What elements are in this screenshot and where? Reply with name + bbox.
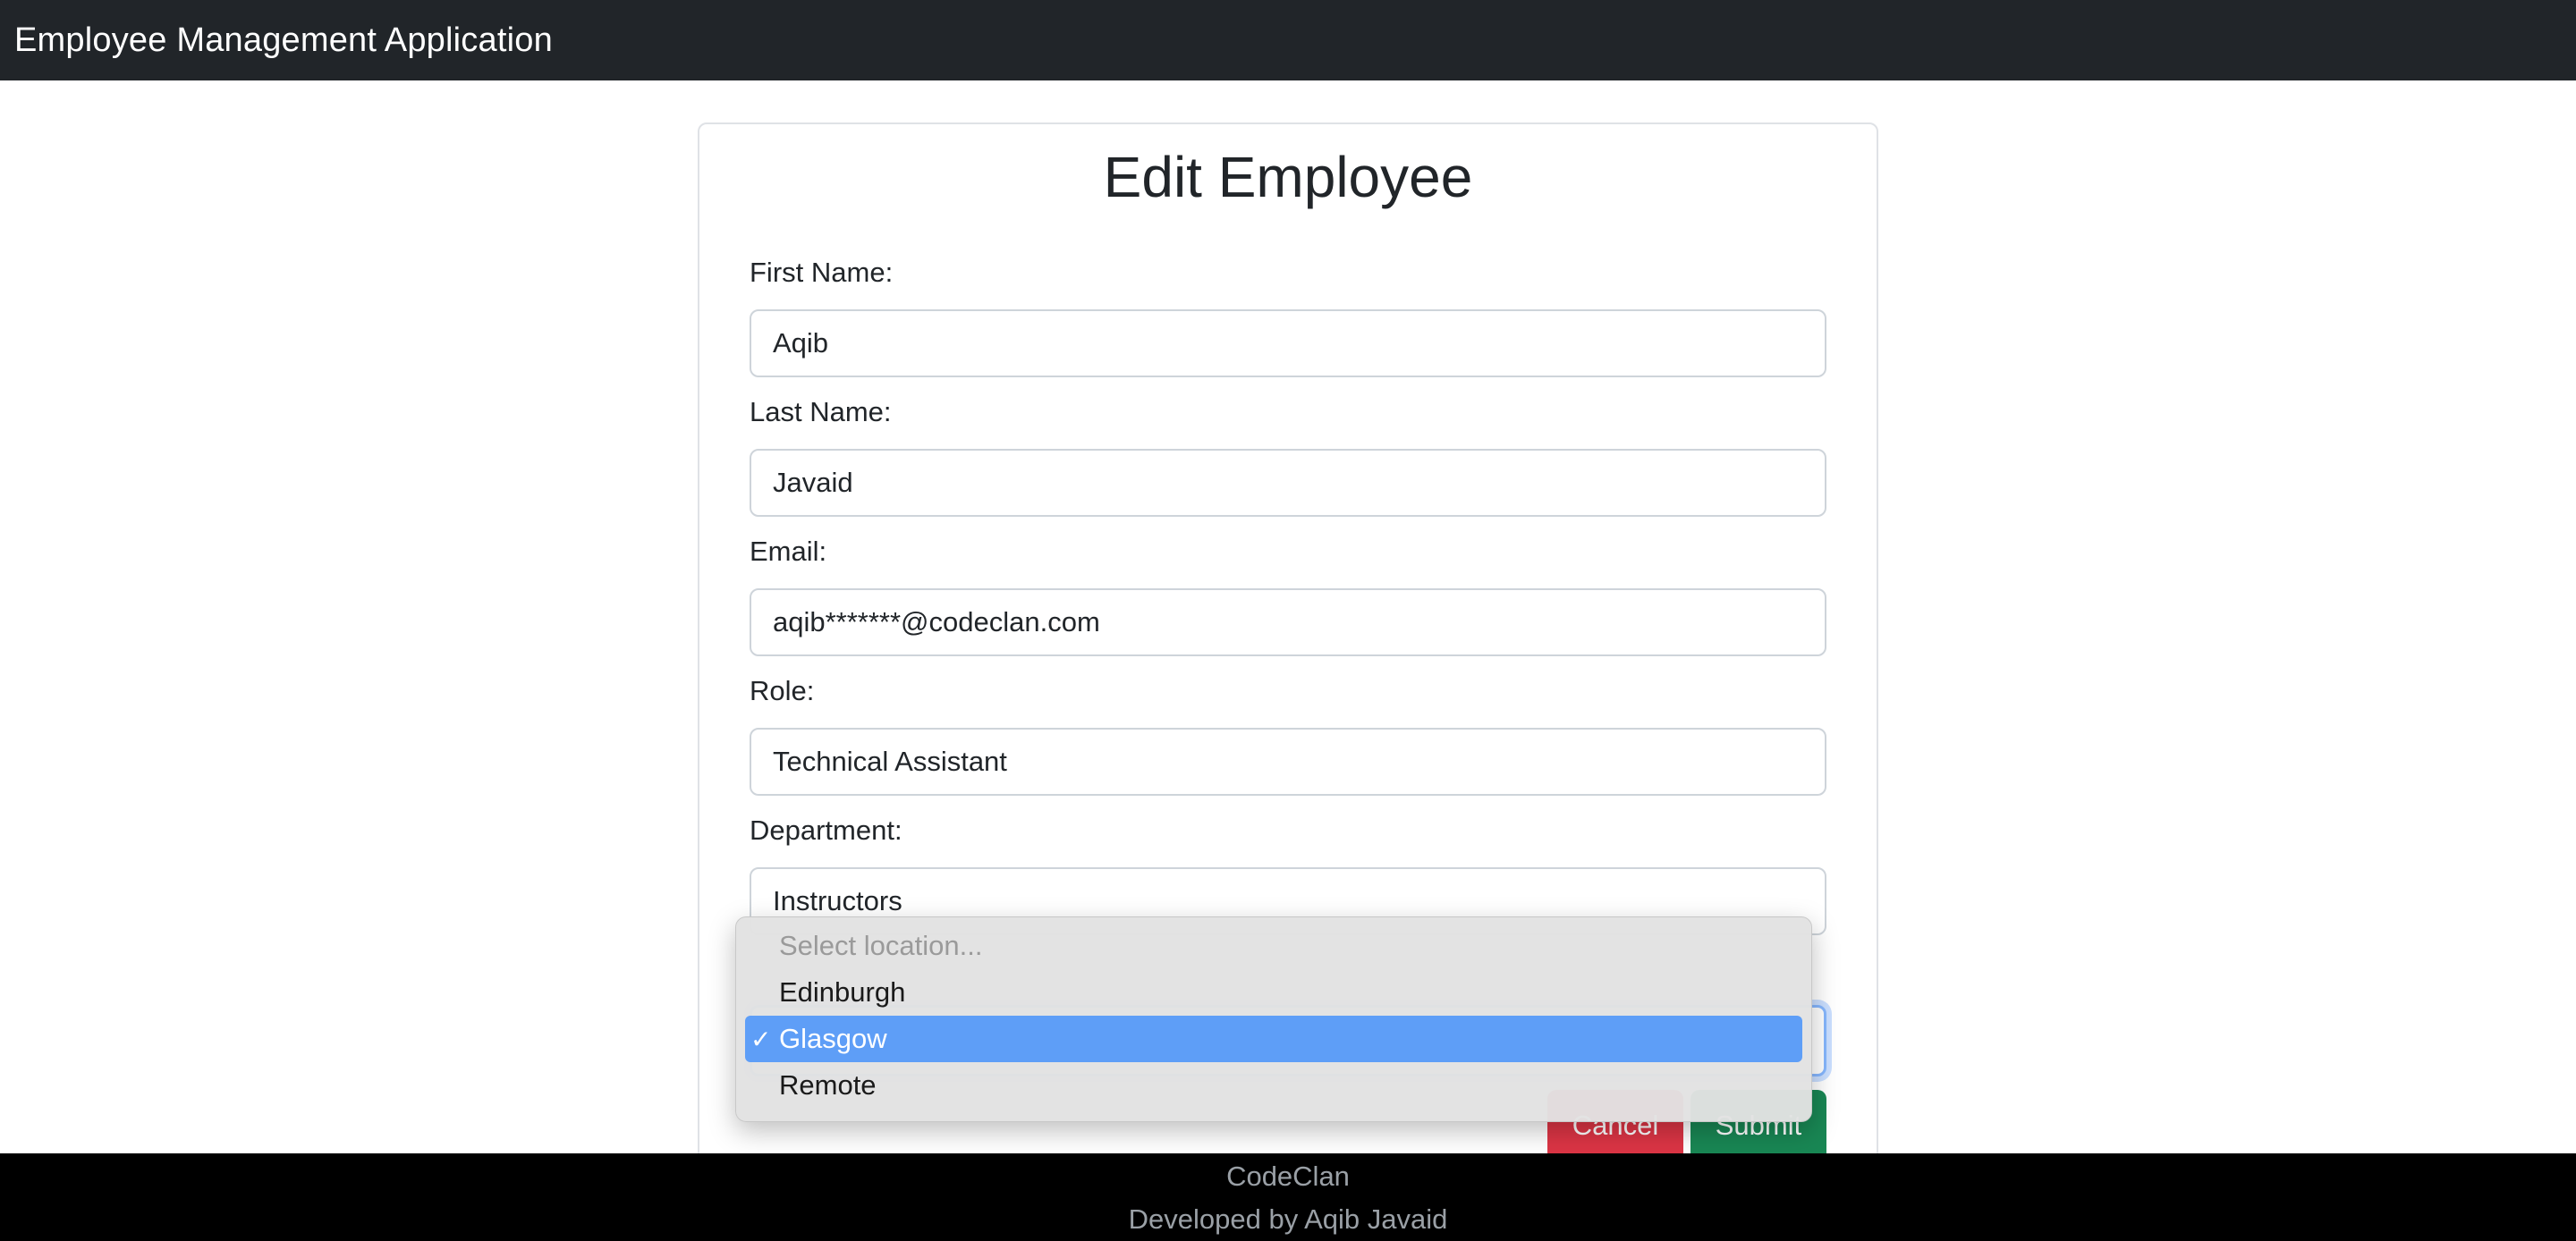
department-label: Department: — [750, 815, 902, 846]
footer-brand: CodeClan — [1226, 1161, 1350, 1192]
option-label: Edinburgh — [779, 976, 906, 1008]
location-option-glasgow[interactable]: ✓ Glasgow — [745, 1016, 1802, 1062]
location-dropdown-menu: Select location... Edinburgh ✓ Glasgow R… — [735, 916, 1812, 1122]
location-option-remote[interactable]: Remote — [745, 1062, 1802, 1109]
page-title: Edit Employee — [1103, 145, 1473, 209]
first-name-value: Aqib — [773, 327, 829, 359]
footer: CodeClan Developed by Aqib Javaid — [0, 1153, 2576, 1241]
last-name-value: Javaid — [773, 467, 853, 498]
location-option-edinburgh[interactable]: Edinburgh — [745, 969, 1802, 1016]
option-label: Glasgow — [779, 1023, 887, 1054]
last-name-input[interactable]: Javaid — [750, 449, 1826, 517]
role-value: Technical Assistant — [773, 746, 1007, 777]
role-label: Role: — [750, 675, 815, 706]
checkmark-icon: ✓ — [750, 1025, 772, 1053]
role-input[interactable]: Technical Assistant — [750, 728, 1826, 796]
top-navbar: Employee Management Application — [0, 0, 2576, 80]
option-label: Select location... — [779, 930, 983, 961]
email-label: Email: — [750, 536, 827, 567]
last-name-label: Last Name: — [750, 396, 892, 427]
app-title[interactable]: Employee Management Application — [14, 21, 553, 60]
first-name-input[interactable]: Aqib — [750, 309, 1826, 377]
footer-credit: Developed by Aqib Javaid — [1128, 1203, 1448, 1235]
first-name-label: First Name: — [750, 257, 894, 288]
option-label: Remote — [779, 1069, 877, 1101]
location-option-placeholder[interactable]: Select location... — [745, 923, 1802, 969]
email-input[interactable]: aqib*******@codeclan.com — [750, 588, 1826, 656]
email-value: aqib*******@codeclan.com — [773, 606, 1100, 637]
department-value: Instructors — [773, 885, 902, 916]
